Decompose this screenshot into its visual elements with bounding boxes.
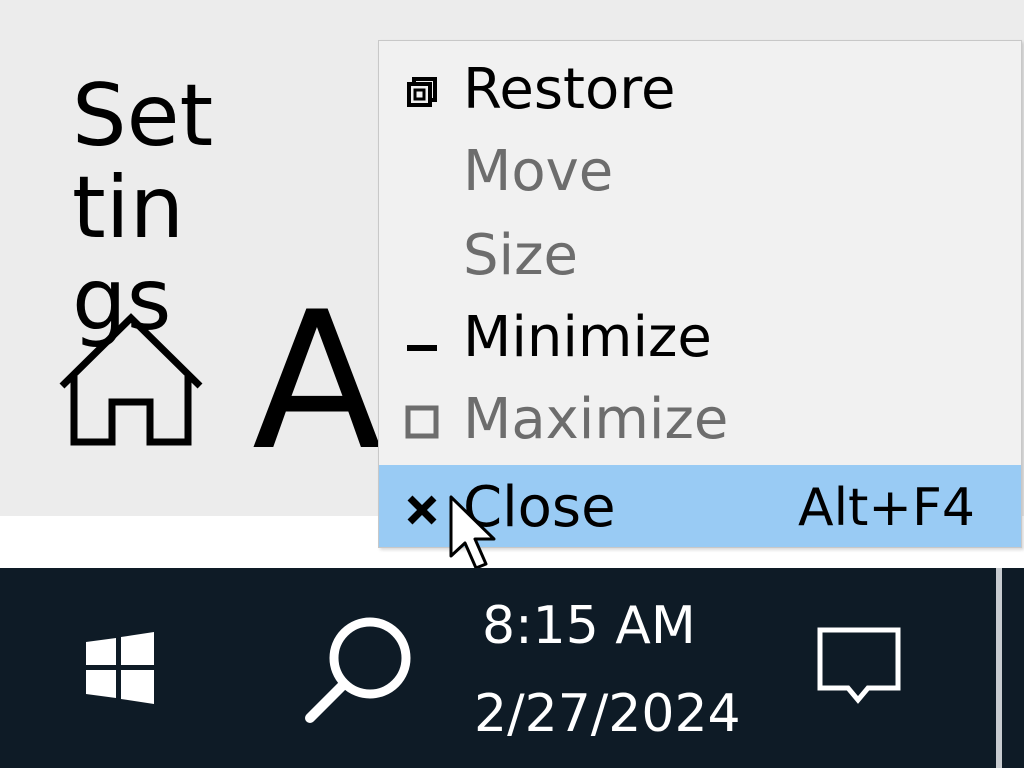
- app-title-line: tin: [72, 158, 185, 258]
- menu-item-size[interactable]: Size: [379, 213, 1021, 295]
- show-desktop-button[interactable]: [996, 568, 1002, 768]
- app-title: Set tin gs: [72, 70, 272, 346]
- restore-icon: [407, 77, 437, 107]
- app-title-line: Set: [72, 66, 214, 166]
- menu-item-minimize[interactable]: Minimize: [379, 295, 1021, 377]
- menu-item-move[interactable]: Move: [379, 129, 1021, 211]
- search-icon[interactable]: [300, 608, 420, 728]
- home-icon[interactable]: [56, 306, 206, 450]
- taskbar-clock-date-text: 2/27/2024: [474, 684, 741, 744]
- menu-item-restore[interactable]: Restore: [379, 47, 1021, 129]
- close-icon: [407, 495, 437, 525]
- menu-item-label: Maximize: [463, 387, 729, 452]
- taskbar-clock-time[interactable]: 8:15 AM: [482, 596, 696, 656]
- mouse-cursor-icon: [449, 495, 496, 570]
- page-heading-letter: A: [252, 271, 382, 492]
- taskbar-clock-date[interactable]: 2/27/2024: [474, 684, 764, 744]
- menu-item-label: Size: [463, 223, 578, 288]
- menu-item-label: Move: [463, 139, 614, 204]
- screen: Set tin gs A Restore Move Size Minimize …: [0, 0, 1024, 768]
- menu-item-maximize[interactable]: Maximize: [379, 377, 1021, 459]
- menu-item-shortcut: Alt+F4: [798, 478, 975, 538]
- maximize-icon: [405, 405, 439, 439]
- menu-item-label: Minimize: [463, 305, 712, 370]
- minimize-icon: [407, 345, 437, 351]
- windows-logo-icon[interactable]: [84, 632, 156, 704]
- taskbar: 8:15 AM 2/27/2024: [0, 568, 1024, 768]
- action-center-icon[interactable]: [812, 622, 908, 718]
- system-context-menu: Restore Move Size Minimize Maximize Clos…: [378, 40, 1022, 548]
- menu-item-label: Restore: [463, 57, 676, 122]
